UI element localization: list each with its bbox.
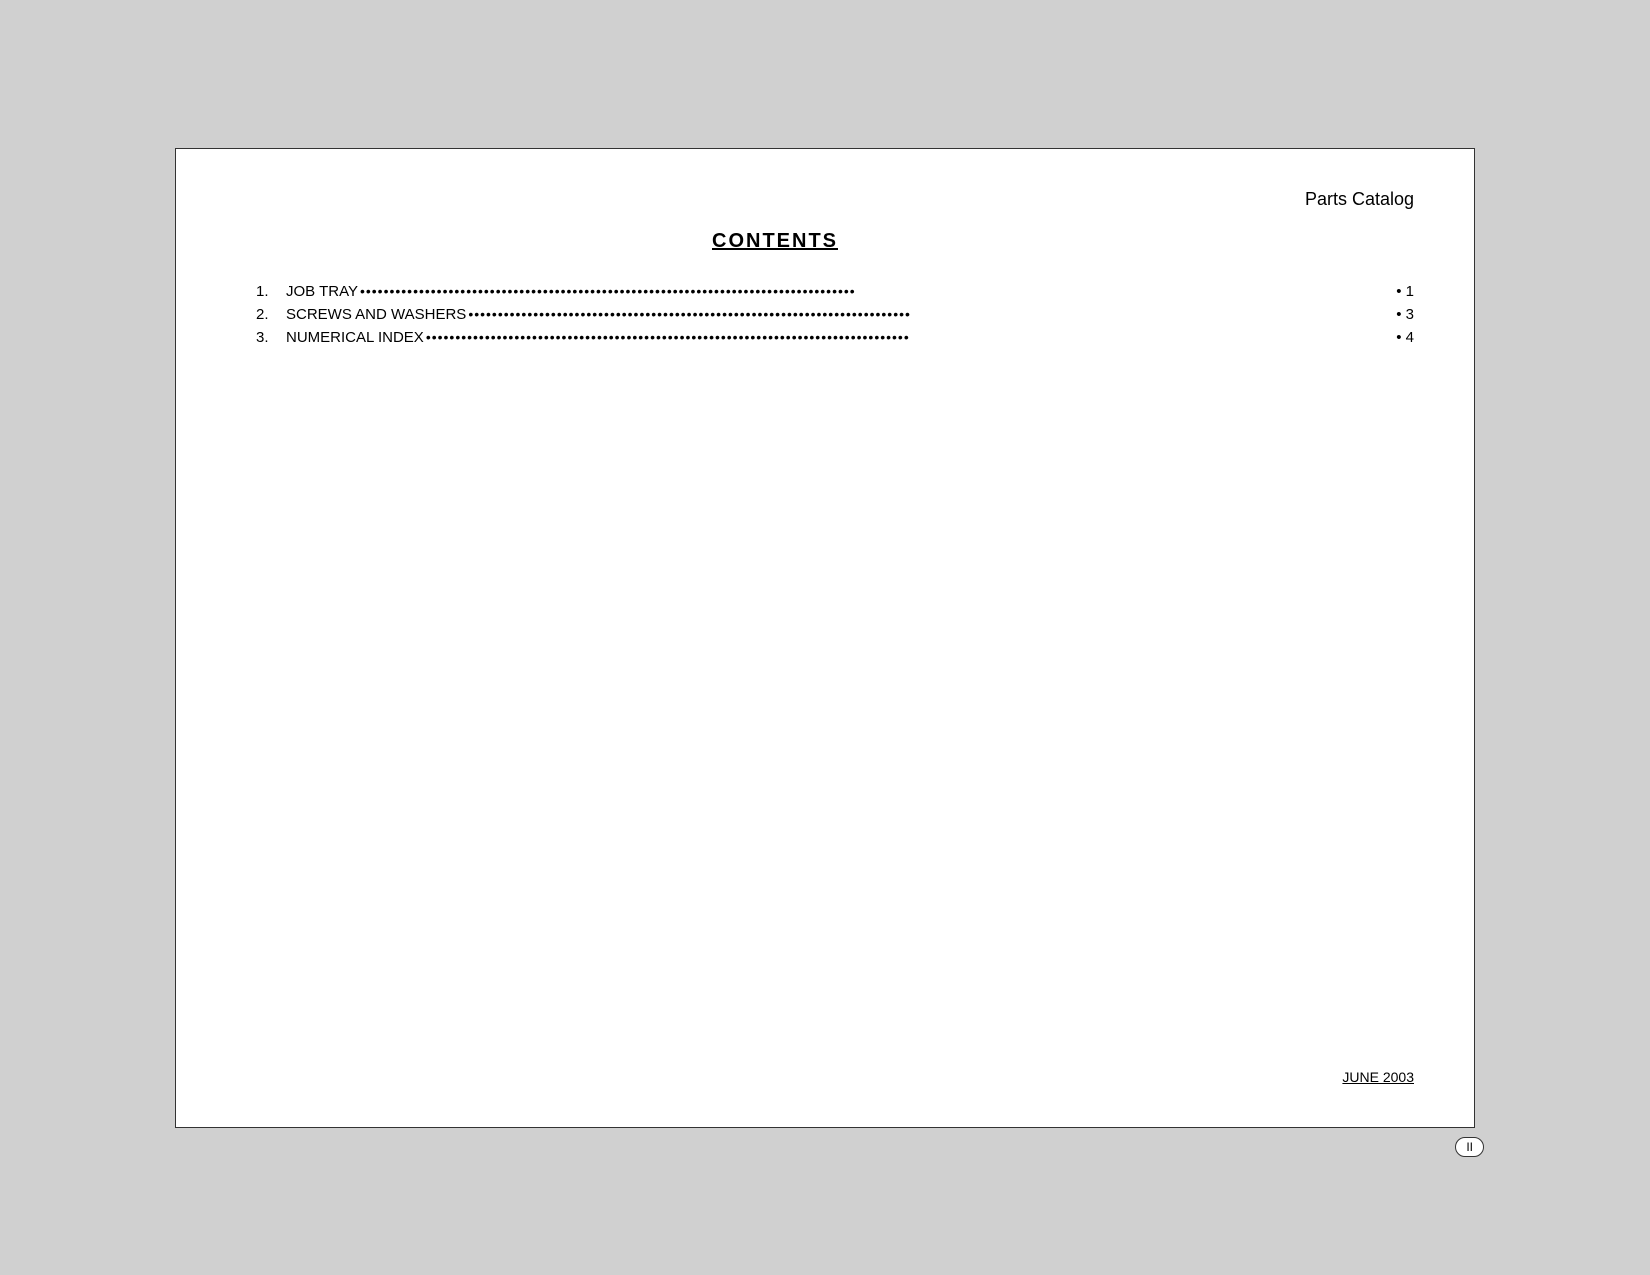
toc-page-2: • 3 xyxy=(1396,306,1414,323)
toc-number-2: 2. xyxy=(256,306,286,323)
contents-title: CONTENTS xyxy=(712,230,838,252)
list-item: 2. SCREWS AND WASHERS ••••••••••••••••••… xyxy=(256,306,1414,323)
toc-dots-3: ••••••••••••••••••••••••••••••••••••••••… xyxy=(426,329,1394,345)
toc-label-2: SCREWS AND WASHERS xyxy=(286,306,466,323)
list-item: 3. NUMERICAL INDEX •••••••••••••••••••••… xyxy=(256,329,1414,346)
toc-label-1: JOB TRAY xyxy=(286,283,358,300)
toc-label-3: NUMERICAL INDEX xyxy=(286,329,424,346)
date-label: JUNE 2003 xyxy=(1342,1069,1414,1085)
footer: JUNE 2003 xyxy=(1342,1069,1414,1087)
page-number-badge: II xyxy=(1455,1137,1484,1157)
toc-page-1: • 1 xyxy=(1396,283,1414,300)
contents-title-area: CONTENTS xyxy=(136,230,1414,253)
toc-page-3: • 4 xyxy=(1396,329,1414,346)
list-item: 1. JOB TRAY ••••••••••••••••••••••••••••… xyxy=(256,283,1414,300)
toc-dots-1: ••••••••••••••••••••••••••••••••••••••••… xyxy=(360,283,1394,299)
header: Parts Catalog xyxy=(236,189,1414,210)
toc-list: 1. JOB TRAY ••••••••••••••••••••••••••••… xyxy=(256,283,1414,346)
parts-catalog-label: Parts Catalog xyxy=(1305,189,1414,210)
toc-number-3: 3. xyxy=(256,329,286,346)
page-container: Parts Catalog CONTENTS 1. JOB TRAY •••••… xyxy=(175,148,1475,1128)
toc-number-1: 1. xyxy=(256,283,286,300)
page-number-value: II xyxy=(1466,1140,1473,1154)
toc-dots-2: ••••••••••••••••••••••••••••••••••••••••… xyxy=(468,306,1394,322)
